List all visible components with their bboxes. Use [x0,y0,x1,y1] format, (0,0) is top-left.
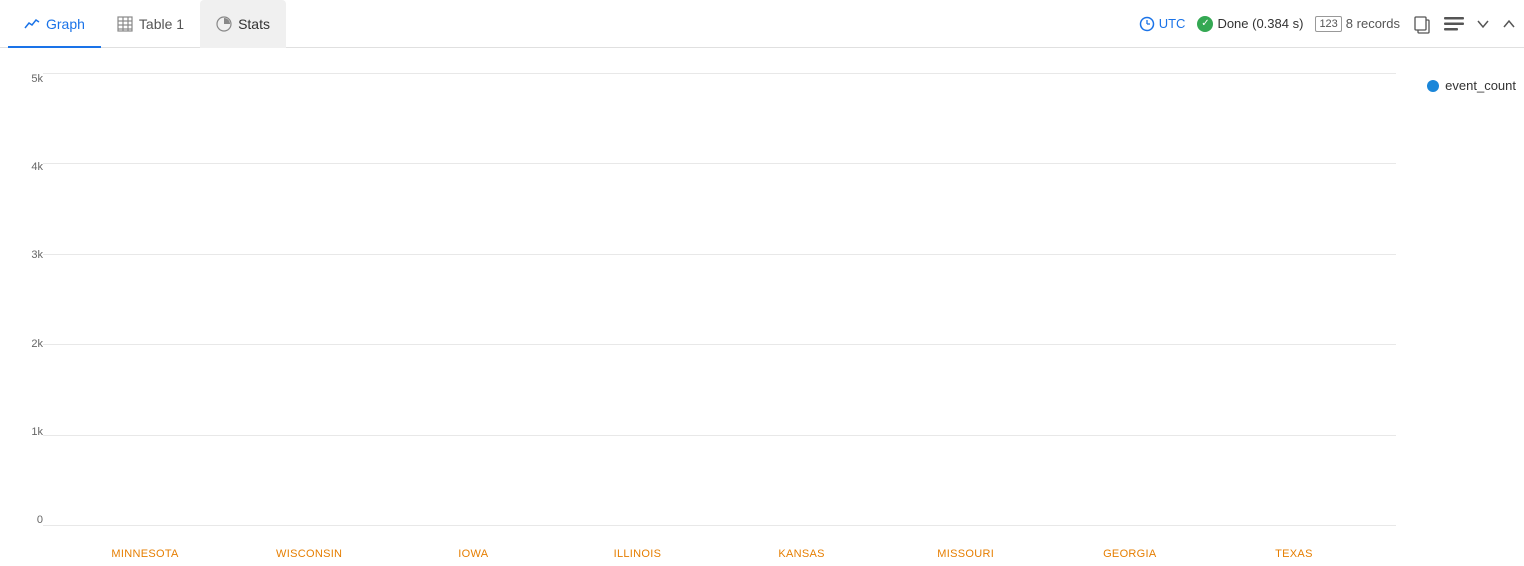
bar-label: GEORGIA [1048,526,1212,566]
records-badge: 123 8 records [1315,16,1400,32]
legend-dot [1427,80,1439,92]
y-label-2k: 2k [8,338,43,350]
chart-area: 5k 4k 3k 2k 1k 0 MINNESOTAWISCONSINIOWAI… [0,48,1524,566]
y-label-0: 0 [8,514,43,526]
chevron-down-icon[interactable] [1476,19,1490,29]
clock-icon [1139,16,1155,32]
legend: event_count [1427,78,1516,93]
labels-row: MINNESOTAWISCONSINIOWAILLINOISKANSASMISS… [43,526,1396,566]
y-label-3k: 3k [8,249,43,261]
bars-container [43,73,1396,526]
tab-bar: Graph Table 1 Stats [8,0,286,48]
bar-label: MISSOURI [884,526,1048,566]
copy-button[interactable] [1412,14,1432,34]
tab-table1[interactable]: Table 1 [101,0,200,48]
bar-label: MINNESOTA [63,526,227,566]
y-label-1k: 1k [8,426,43,438]
y-label-5k: 5k [8,73,43,85]
legend-label: event_count [1445,78,1516,93]
legend-area: event_count [1396,68,1516,566]
bar-label: ILLINOIS [555,526,719,566]
chart-inner: MINNESOTAWISCONSINIOWAILLINOISKANSASMISS… [43,68,1396,566]
bar-label: WISCONSIN [227,526,391,566]
records-icon: 123 [1315,16,1341,32]
header: Graph Table 1 Stats [0,0,1524,48]
bar-label: KANSAS [720,526,884,566]
bar-label: IOWA [391,526,555,566]
header-right: UTC ✓ Done (0.384 s) 123 8 records [1139,14,1516,34]
timezone-badge[interactable]: UTC [1139,16,1186,32]
tab-stats[interactable]: Stats [200,0,286,48]
status-badge: ✓ Done (0.384 s) [1197,16,1303,32]
stats-icon [216,16,232,32]
y-label-4k: 4k [8,161,43,173]
line-chart-icon [24,16,40,32]
table-icon [117,16,133,32]
expand-button[interactable] [1444,17,1464,31]
y-axis: 5k 4k 3k 2k 1k 0 [8,68,43,566]
check-circle-icon: ✓ [1197,16,1213,32]
bar-label: TEXAS [1212,526,1376,566]
chevron-up-icon[interactable] [1502,19,1516,29]
tab-graph[interactable]: Graph [8,0,101,48]
